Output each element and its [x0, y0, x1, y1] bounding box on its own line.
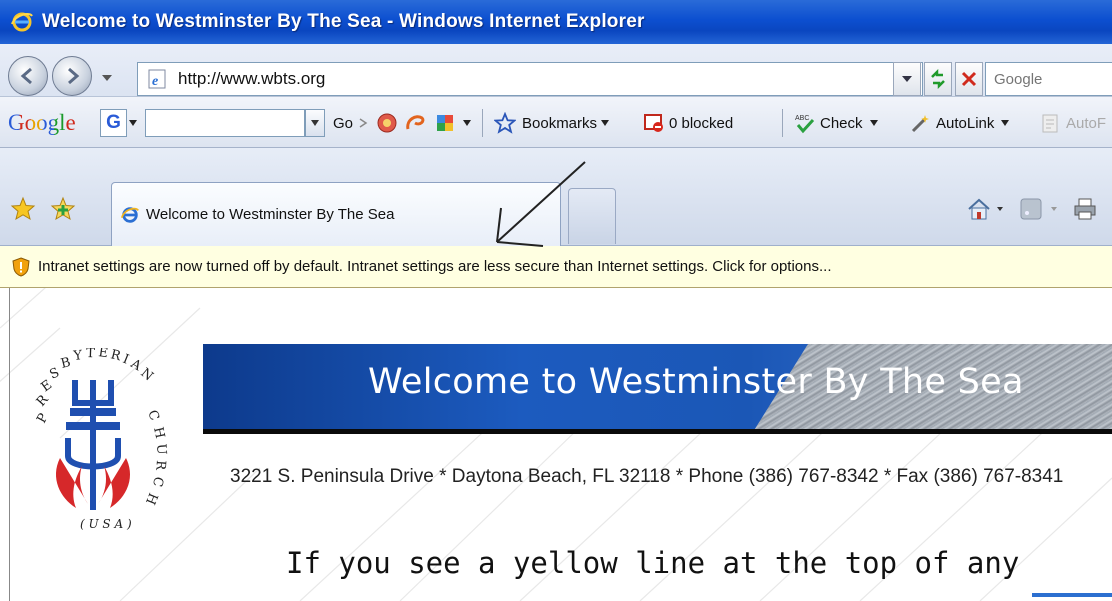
chevron-down-icon[interactable]: [462, 119, 472, 127]
svg-text:H: H: [142, 491, 160, 507]
svg-text:E: E: [97, 348, 108, 361]
address-dropdown-button[interactable]: [893, 62, 921, 96]
star-outline-icon: [494, 112, 516, 134]
ie-logo-icon: [11, 12, 33, 32]
google-search-input[interactable]: [145, 109, 305, 137]
address-field[interactable]: e: [137, 62, 923, 96]
window-title: Welcome to Westminster By The Sea - Wind…: [42, 11, 645, 32]
google-logo-text: Google: [8, 110, 76, 135]
window-titlebar: Welcome to Westminster By The Sea - Wind…: [0, 0, 1112, 44]
tab-bar: Welcome to Westminster By The Sea: [0, 148, 1112, 246]
svg-text:( U S A ): ( U S A ): [80, 517, 132, 531]
ie-page-icon: e: [148, 69, 166, 89]
chevron-down-icon: [1001, 120, 1010, 126]
puzzle-icon[interactable]: [434, 112, 456, 134]
bookmarks-label: Bookmarks: [522, 114, 598, 132]
new-tab-button[interactable]: [568, 188, 616, 244]
autolink-wand-icon: [911, 115, 929, 133]
search-input[interactable]: [994, 70, 1112, 88]
chevron-down-icon: [601, 120, 610, 126]
pagerank-icon[interactable]: [376, 112, 398, 134]
search-box[interactable]: [985, 62, 1112, 96]
check-label: Check: [820, 114, 863, 132]
blocked-count-label: 0 blocked: [669, 114, 734, 132]
chevron-down-icon[interactable]: [996, 206, 1004, 212]
site-banner: Welcome to Westminster By The Sea: [203, 344, 1112, 429]
go-label: Go: [333, 114, 354, 132]
spellcheck-abc-icon: ABC: [795, 115, 815, 134]
church-address: 3221 S. Peninsula Drive * Daytona Beach,…: [230, 466, 1064, 487]
web-page-content: P R E S B Y T E R I A N C H U R C H ( U …: [0, 288, 1112, 601]
toolbar-separator: [482, 109, 483, 137]
popup-blocked-button[interactable]: 0 blocked: [643, 97, 733, 149]
autofill-label: AutoF: [1066, 114, 1107, 132]
tab-westminster[interactable]: Welcome to Westminster By The Sea: [111, 182, 561, 246]
google-logo: Google: [8, 97, 76, 149]
svg-text:B: B: [59, 355, 72, 372]
banner-underline: [203, 429, 1112, 434]
refresh-icon: [931, 69, 945, 89]
autofill-button[interactable]: AutoF: [1040, 97, 1106, 149]
stop-button[interactable]: [955, 62, 983, 96]
frame-left-border: [9, 288, 10, 601]
google-search-dropdown-button[interactable]: [305, 109, 325, 137]
chevron-down-icon: [311, 120, 319, 126]
back-button[interactable]: [8, 56, 48, 96]
svg-text:R: R: [34, 391, 53, 409]
chevron-down-icon: [902, 76, 912, 82]
popup-blocker-swirl-icon[interactable]: [404, 112, 426, 134]
home-icon[interactable]: [966, 196, 992, 222]
banner-title: Welcome to Westminster By The Sea: [368, 362, 1024, 402]
security-info-bar[interactable]: Intranet settings are now turned off by …: [0, 246, 1112, 288]
info-bar-message: Intranet settings are now turned off by …: [38, 258, 832, 275]
chevron-down-icon: [869, 120, 878, 126]
google-g-label: G: [106, 112, 121, 133]
svg-text:R: R: [152, 460, 168, 472]
svg-text:U: U: [153, 443, 169, 455]
go-arrow-icon: [359, 118, 368, 128]
svg-text:C: C: [144, 408, 162, 423]
autofill-form-icon: [1042, 114, 1058, 133]
svg-text:S: S: [48, 365, 62, 382]
autolink-button[interactable]: AutoLink: [910, 97, 1010, 149]
svg-text:e: e: [152, 74, 158, 89]
presbyterian-church-logo: P R E S B Y T E R I A N C H U R C H ( U …: [34, 348, 169, 531]
warning-shield-icon: [12, 256, 30, 277]
blocked-popup-icon: [644, 114, 663, 132]
tab-label: Welcome to Westminster By The Sea: [146, 206, 395, 223]
ie-tab-icon: [120, 206, 139, 223]
chevron-down-icon[interactable]: [1050, 206, 1058, 212]
svg-text:C: C: [149, 475, 166, 488]
google-toolbar: Google G Go Bookmarks 0 blocked ABC Chec…: [0, 96, 1112, 148]
back-arrow-icon: [20, 67, 32, 85]
tutorial-caption: If you see a yellow line at the top of a…: [286, 546, 1020, 580]
recent-pages-dropdown-icon[interactable]: [100, 72, 114, 84]
print-icon[interactable]: [1072, 196, 1098, 222]
url-input[interactable]: [178, 69, 778, 89]
svg-text:ABC: ABC: [795, 115, 809, 122]
forward-arrow-icon: [68, 67, 80, 85]
refresh-button[interactable]: [924, 62, 952, 96]
autolink-label: AutoLink: [936, 114, 995, 132]
g-menu-dropdown-icon[interactable]: [128, 119, 138, 127]
rss-feed-icon[interactable]: [1018, 196, 1044, 222]
svg-text:P: P: [34, 411, 51, 426]
svg-text:N: N: [137, 366, 155, 385]
go-button[interactable]: Go: [333, 97, 368, 149]
stop-x-icon: [961, 71, 977, 87]
favorites-star-icon[interactable]: [10, 196, 36, 222]
caption-marker: [1032, 593, 1112, 597]
spell-check-button[interactable]: ABC Check: [794, 97, 879, 149]
google-g-button[interactable]: G: [100, 109, 127, 137]
svg-text:T: T: [86, 348, 96, 361]
toolbar-separator: [782, 109, 783, 137]
bookmarks-button[interactable]: Bookmarks: [494, 97, 610, 149]
svg-text:Y: Y: [72, 348, 84, 364]
forward-button[interactable]: [52, 56, 92, 96]
svg-text:H: H: [150, 426, 167, 440]
add-favorite-icon[interactable]: [50, 196, 76, 222]
